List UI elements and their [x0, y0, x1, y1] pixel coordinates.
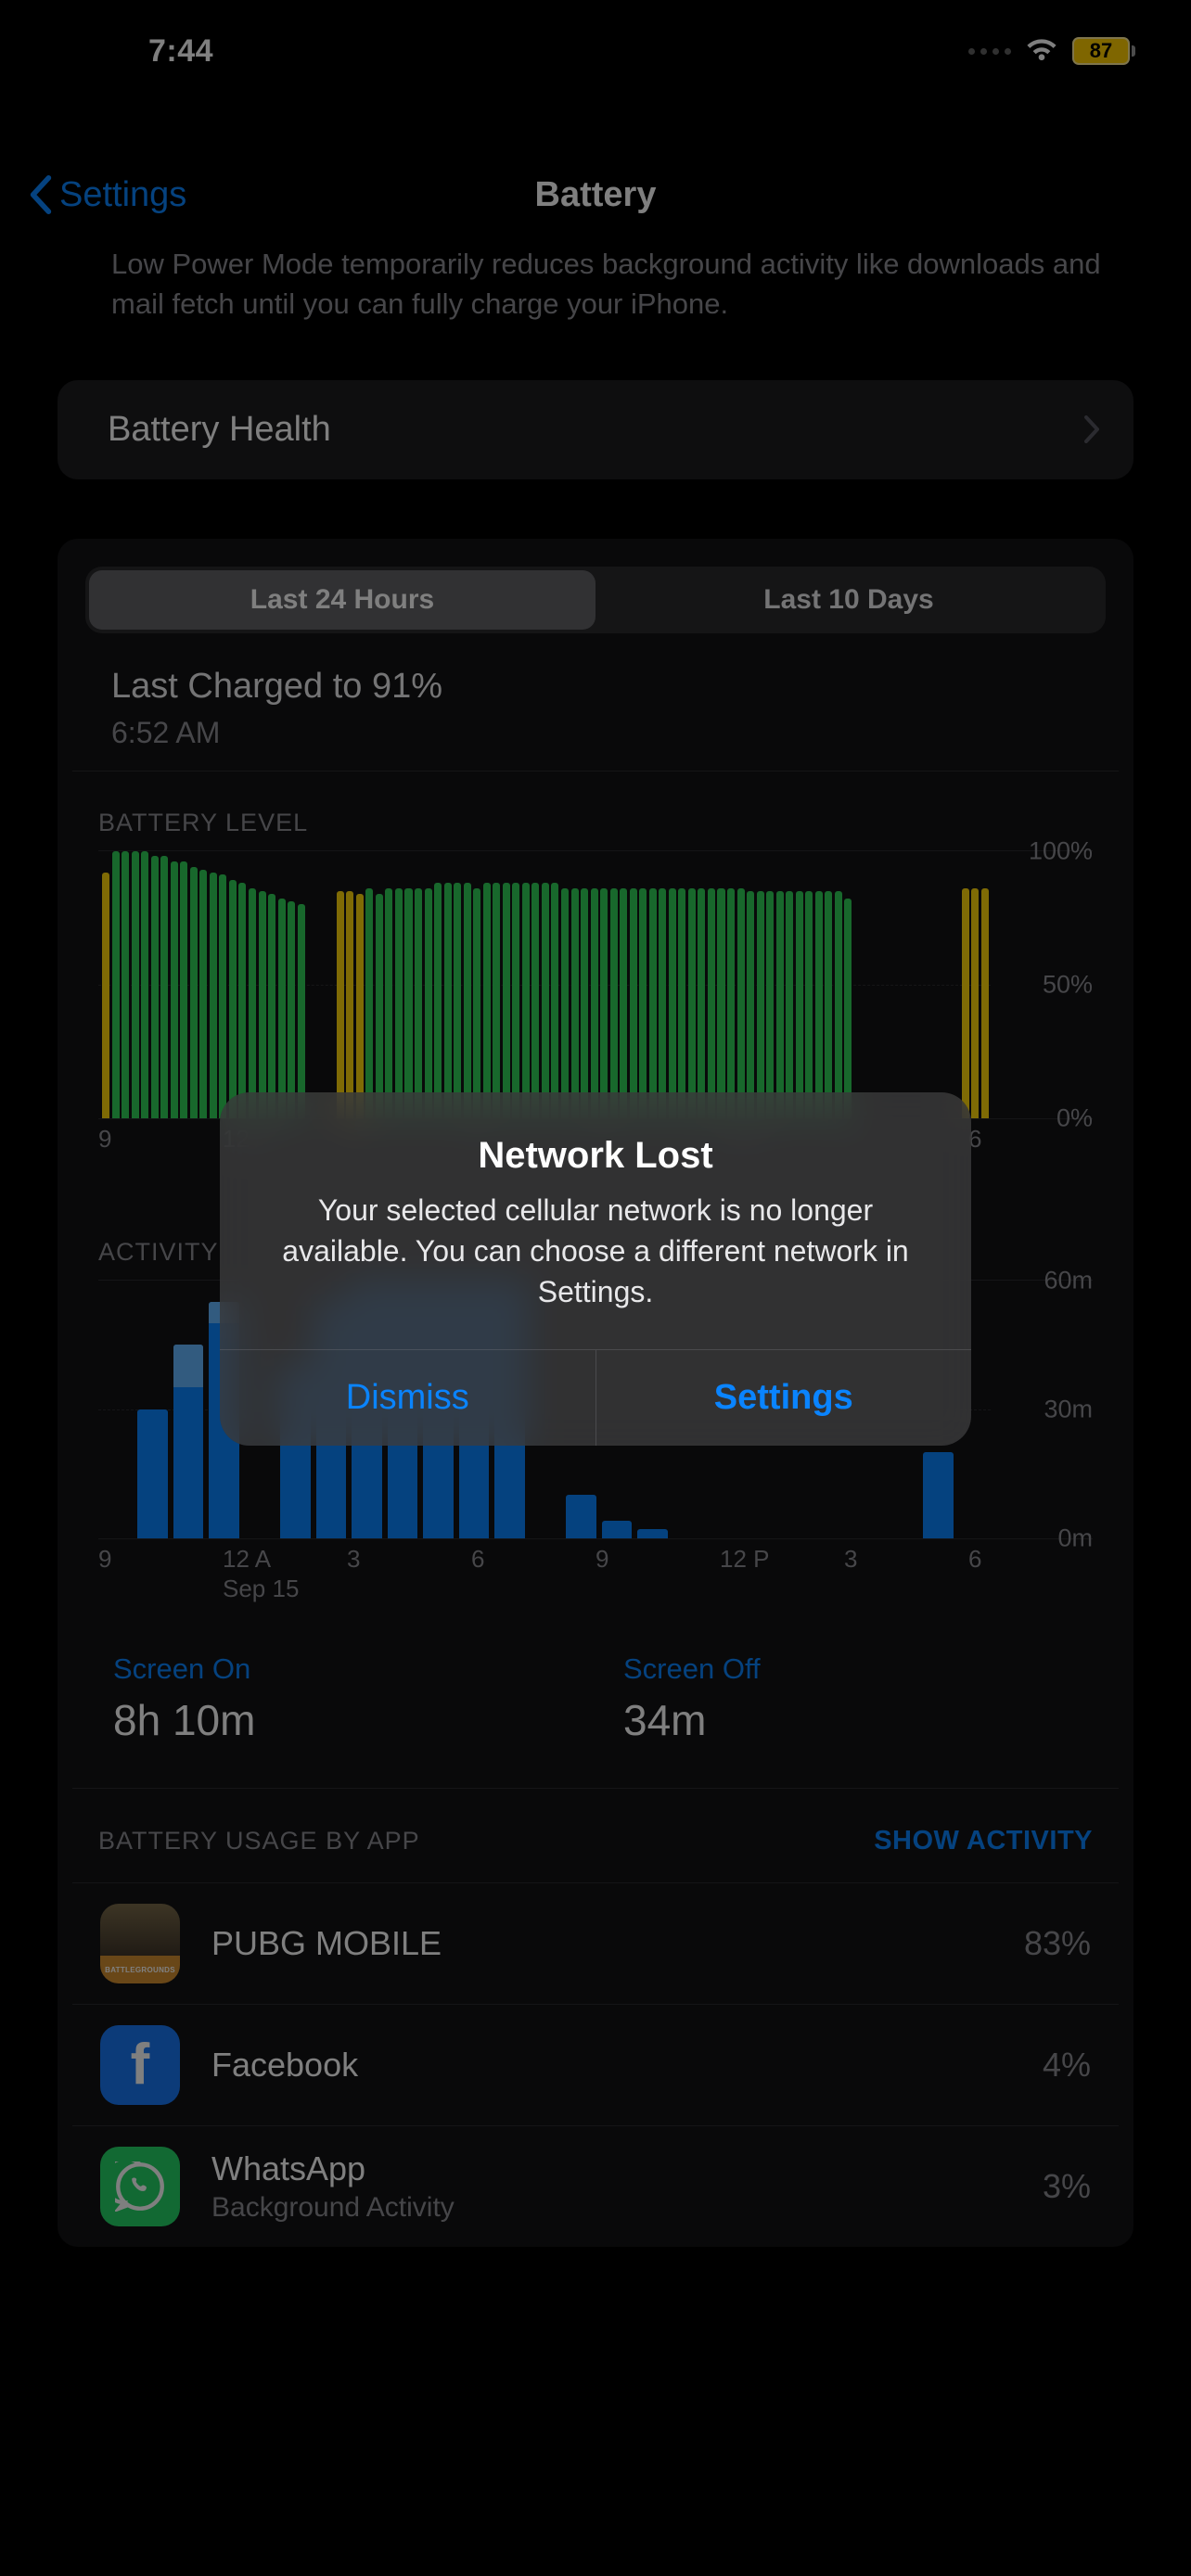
screen: 7:44 87 Settings Battery Low Power Mode …	[0, 0, 1191, 2576]
network-lost-alert: Network Lost Your selected cellular netw…	[220, 1092, 971, 1446]
alert-title: Network Lost	[263, 1135, 928, 1177]
settings-button[interactable]: Settings	[596, 1350, 972, 1446]
alert-message: Your selected cellular network is no lon…	[263, 1190, 928, 1312]
dismiss-button[interactable]: Dismiss	[220, 1350, 596, 1446]
